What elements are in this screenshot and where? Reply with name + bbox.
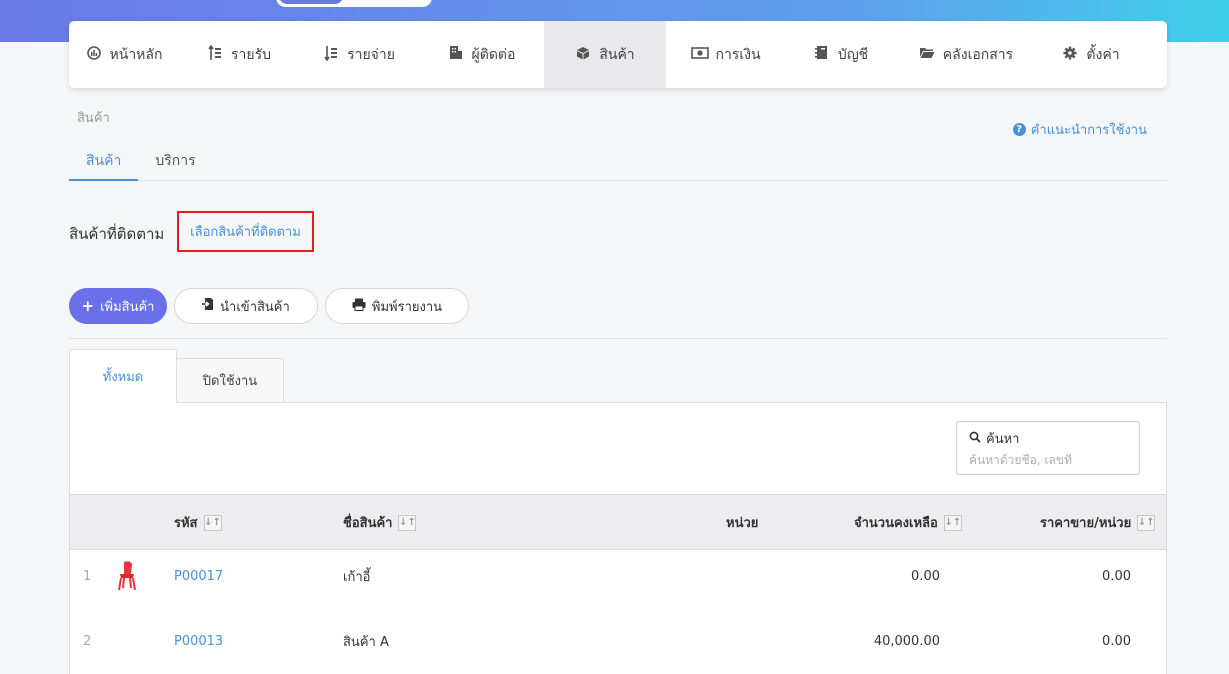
product-stock: 0.00	[911, 568, 940, 584]
import-products-label: นำเข้าสินค้า	[220, 299, 290, 315]
header-name[interactable]: ชื่อสินค้า ↓↑	[343, 495, 417, 550]
search-label: ค้นหา	[986, 432, 1020, 447]
help-link[interactable]: ? คำแนะนำการใช้งาน	[1012, 119, 1147, 140]
header-stock-label: จำนวนคงเหลือ	[854, 516, 938, 531]
breadcrumb: สินค้า	[77, 111, 110, 126]
header-price-label: ราคาขาย/หน่วย	[1040, 516, 1132, 531]
action-buttons: + เพิ่มสินค้า นำเข้าสินค้า พิมพ์รายงาน	[69, 288, 469, 324]
nav-label: หน้าหลัก	[109, 46, 163, 63]
top-toggle[interactable]	[276, 0, 432, 7]
plus-icon: +	[81, 297, 95, 315]
sort-icon[interactable]: ↓↑	[203, 514, 222, 531]
product-code-link[interactable]: P00017	[174, 551, 223, 601]
search-box: ค้นหา	[956, 421, 1140, 475]
nav-label: ผู้ติดต่อ	[471, 46, 516, 63]
expense-icon	[323, 45, 339, 65]
section-divider	[69, 338, 1167, 339]
nav-item-expense[interactable]: รายจ่าย	[299, 21, 419, 88]
add-product-label: เพิ่มสินค้า	[100, 299, 155, 315]
printer-icon	[352, 298, 366, 315]
nav-item-finance[interactable]: การเงิน	[666, 21, 786, 88]
help-icon: ?	[1012, 123, 1026, 136]
product-price: 0.00	[1102, 568, 1131, 584]
product-code-link[interactable]: P00013	[174, 616, 223, 666]
add-product-button[interactable]: + เพิ่มสินค้า	[69, 288, 167, 324]
import-products-button[interactable]: นำเข้าสินค้า	[174, 288, 318, 324]
table-header: รหัส ↓↑ ชื่อสินค้า ↓↑ หน่วย จำนวนคงเหลือ…	[70, 494, 1166, 550]
select-tracked-products-link[interactable]: เลือกสินค้าที่ติดตาม	[177, 211, 314, 252]
table-row[interactable]: 2 P00013 สินค้า A 40,000.00 0.00	[70, 616, 1166, 674]
product-stock: 40,000.00	[873, 633, 940, 649]
nav-label: รายรับ	[231, 46, 271, 63]
search-label-row: ค้นหา	[969, 428, 1127, 449]
chair-icon	[118, 561, 136, 591]
nav-item-income[interactable]: รายรับ	[179, 21, 299, 88]
search-input[interactable]	[969, 453, 1129, 467]
nav-label: บัญชี	[837, 46, 869, 63]
tab-services[interactable]: บริการ	[138, 145, 212, 181]
nav-label: ตั้งค่า	[1086, 46, 1120, 63]
nav-item-products[interactable]: สินค้า	[544, 21, 666, 88]
tab-all[interactable]: ทั้งหมด	[69, 349, 177, 403]
row-number: 1	[83, 568, 92, 584]
nav-label: การเงิน	[715, 46, 761, 63]
header-unit-label: หน่วย	[726, 516, 759, 531]
money-icon	[691, 46, 710, 63]
income-icon	[207, 44, 223, 65]
nav-label: คลังเอกสาร	[942, 46, 1014, 63]
nav-item-contacts[interactable]: ผู้ติดต่อ	[419, 21, 544, 88]
nav-label: รายจ่าย	[347, 46, 395, 63]
nav-item-documents[interactable]: คลังเอกสาร	[896, 21, 1036, 88]
box-icon	[575, 46, 591, 64]
header-code[interactable]: รหัส ↓↑	[174, 495, 222, 550]
import-icon	[202, 297, 214, 315]
contacts-icon	[448, 45, 464, 64]
nav-item-settings[interactable]: ตั้งค่า	[1036, 21, 1146, 88]
sort-icon[interactable]: ↓↑	[398, 514, 417, 531]
tab-products[interactable]: สินค้า	[69, 145, 139, 181]
header-stock[interactable]: จำนวนคงเหลือ ↓↑	[854, 495, 962, 550]
nav-label: สินค้า	[599, 46, 635, 63]
folder-icon	[919, 46, 935, 63]
sort-icon[interactable]: ↓↑	[943, 514, 962, 531]
header-name-label: ชื่อสินค้า	[343, 516, 393, 531]
table-row[interactable]: 1 P00017 เก้าอี้ 0.00 0.00	[70, 551, 1166, 616]
header-price[interactable]: ราคาขาย/หน่วย ↓↑	[1040, 495, 1156, 550]
tab-disabled[interactable]: ปิดใช้งาน	[176, 358, 284, 403]
ledger-icon	[814, 45, 830, 64]
product-image	[116, 551, 138, 601]
help-link-label: คำแนะนำการใช้งาน	[1030, 123, 1147, 138]
tracked-products-label: สินค้าที่ติดตาม	[69, 225, 165, 243]
product-price: 0.00	[1102, 633, 1131, 649]
gear-icon	[1062, 46, 1078, 64]
header-code-label: รหัส	[174, 516, 198, 531]
subtabs: สินค้า บริการ	[69, 145, 1167, 181]
products-panel: ค้นหา รหัส ↓↑ ชื่อสินค้า ↓↑ หน่วย จำนวนค…	[69, 402, 1167, 674]
row-number: 2	[83, 633, 92, 649]
main-navbar: หน้าหลัก รายรับ รายจ่าย ผู้ติดต่อ สินค้า…	[69, 21, 1167, 88]
product-name: สินค้า A	[343, 634, 389, 650]
nav-item-accounting[interactable]: บัญชี	[786, 21, 896, 88]
print-report-button[interactable]: พิมพ์รายงาน	[325, 288, 469, 324]
nav-item-home[interactable]: หน้าหลัก	[69, 21, 179, 88]
search-icon	[969, 431, 981, 447]
print-report-label: พิมพ์รายงาน	[371, 299, 443, 315]
sort-icon[interactable]: ↓↑	[1137, 514, 1156, 531]
product-name: เก้าอี้	[343, 569, 371, 585]
dashboard-icon	[86, 45, 102, 64]
top-toggle-active	[279, 0, 343, 4]
header-unit: หน่วย	[726, 495, 758, 550]
